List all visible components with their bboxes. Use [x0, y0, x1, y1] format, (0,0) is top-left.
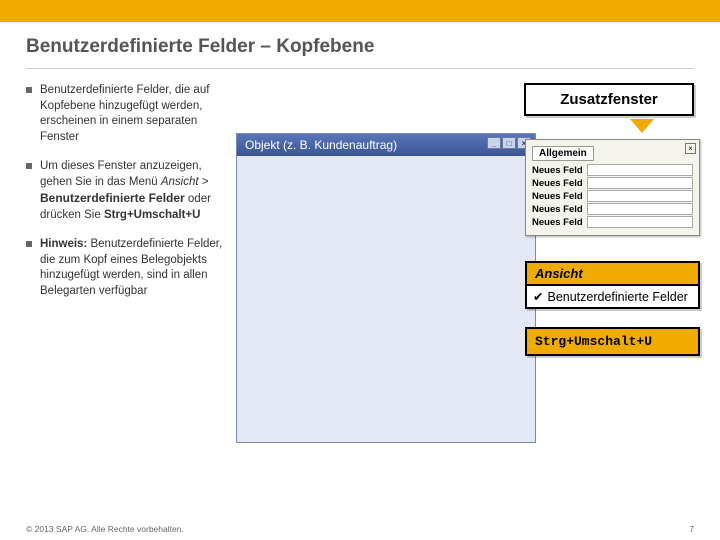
bullet-3-label: Hinweis: [40, 238, 87, 250]
udf-input[interactable] [587, 190, 693, 202]
ansicht-item[interactable]: ✔ Benutzerdefinierte Felder [527, 286, 698, 307]
brand-bar [0, 0, 720, 22]
bullet-list: Benutzerdefinierte Felder, die auf Kopfe… [26, 83, 226, 313]
udf-input[interactable] [587, 203, 693, 215]
shortcut-text: Strg+Umschalt+U [535, 334, 652, 349]
udf-row: Neues Feld [532, 164, 693, 176]
udf-label: Neues Feld [532, 178, 587, 189]
illustration-area: Objekt (z. B. Kundenauftrag) _ □ × Zusat… [236, 83, 694, 313]
panel-tab[interactable]: Allgemein [532, 146, 594, 161]
bullet-2-term: Benutzerdefinierte Felder [40, 191, 185, 205]
udf-input[interactable] [587, 216, 693, 228]
divider [26, 68, 694, 69]
app-window: Objekt (z. B. Kundenauftrag) _ □ × [236, 133, 536, 443]
page-title: Benutzerdefinierte Felder – Kopfebene [0, 22, 720, 68]
udf-row: Neues Feld [532, 216, 693, 228]
page-number: 7 [689, 524, 694, 534]
callout-ansicht: Ansicht ✔ Benutzerdefinierte Felder [525, 261, 700, 309]
window-title-text: Objekt (z. B. Kundenauftrag) [245, 138, 397, 152]
bullet-2-shortcut: Strg+Umschalt+U [104, 209, 201, 221]
content-area: Benutzerdefinierte Felder, die auf Kopfe… [0, 83, 720, 313]
callout-zusatz-text: Zusatzfenster [560, 91, 658, 108]
panel-close-icon[interactable]: × [685, 143, 696, 154]
udf-row: Neues Feld [532, 177, 693, 189]
ansicht-item-text: Benutzerdefinierte Felder [547, 290, 687, 304]
bullet-1: Benutzerdefinierte Felder, die auf Kopfe… [26, 83, 226, 145]
bullet-2: Um dieses Fenster anzuzeigen, gehen Sie … [26, 159, 226, 223]
minimize-icon[interactable]: _ [487, 137, 501, 149]
window-titlebar: Objekt (z. B. Kundenauftrag) _ □ × [237, 134, 535, 156]
callout-shortcut: Strg+Umschalt+U [525, 327, 700, 356]
udf-row: Neues Feld [532, 190, 693, 202]
footer: © 2013 SAP AG. Alle Rechte vorbehalten. … [26, 524, 694, 534]
bullet-2-menu: Ansicht > [161, 176, 209, 188]
udf-label: Neues Feld [532, 217, 587, 228]
udf-input[interactable] [587, 177, 693, 189]
udf-row: Neues Feld [532, 203, 693, 215]
udf-label: Neues Feld [532, 204, 587, 215]
udf-input[interactable] [587, 164, 693, 176]
copyright: © 2013 SAP AG. Alle Rechte vorbehalten. [26, 524, 184, 534]
ansicht-head: Ansicht [527, 263, 698, 286]
check-icon: ✔ [533, 289, 543, 304]
bullet-3: Hinweis: Benutzerdefinierte Felder, die … [26, 237, 226, 299]
udf-label: Neues Feld [532, 165, 587, 176]
udf-panel: × Allgemein Neues Feld Neues Feld Neues … [525, 139, 700, 236]
udf-label: Neues Feld [532, 191, 587, 202]
callout-zusatzfenster: Zusatzfenster [524, 83, 694, 116]
arrow-down-icon [630, 119, 654, 133]
maximize-icon[interactable]: □ [502, 137, 516, 149]
bullet-1-text: Benutzerdefinierte Felder, die auf Kopfe… [40, 84, 209, 143]
